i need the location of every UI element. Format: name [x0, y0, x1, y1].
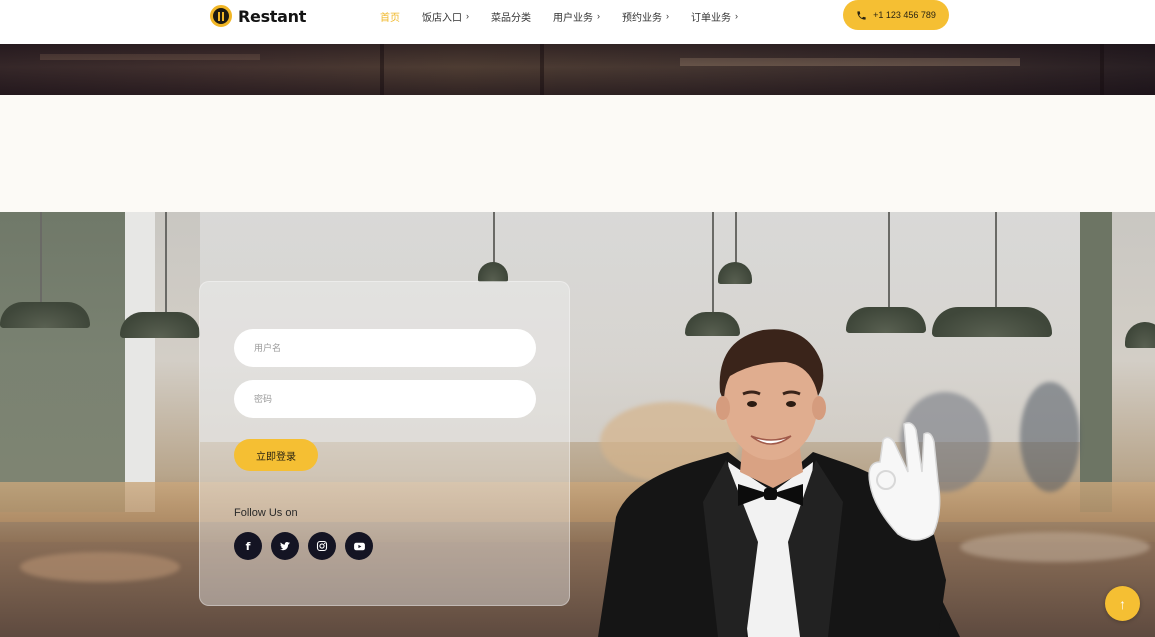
- nav-item-label: 首页: [380, 12, 400, 24]
- nav-item-label: 菜品分类: [491, 12, 531, 24]
- follow-us-label: Follow Us on: [234, 507, 298, 519]
- instagram-icon[interactable]: [308, 532, 336, 560]
- login-button[interactable]: 立即登录: [234, 439, 318, 471]
- nav-item-reservations[interactable]: 预约业务 ›: [622, 9, 669, 24]
- youtube-icon[interactable]: [345, 532, 373, 560]
- hero-banner-image: [0, 44, 1155, 95]
- chevron-right-icon: ›: [666, 11, 669, 21]
- chevron-right-icon: ›: [597, 11, 600, 21]
- nav-item-label: 预约业务: [622, 12, 662, 24]
- facebook-icon[interactable]: f: [234, 532, 262, 560]
- restaurant-background-image: [0, 212, 1155, 637]
- brand-name: Restant: [238, 6, 307, 26]
- username-input[interactable]: [234, 329, 536, 367]
- password-input[interactable]: [234, 380, 536, 418]
- phone-button[interactable]: +1 123 456 789: [843, 0, 949, 30]
- twitter-icon[interactable]: [271, 532, 299, 560]
- nav-item-label: 用户业务: [553, 12, 593, 24]
- content-spacer: [0, 95, 1155, 212]
- nav-item-restaurant-entry[interactable]: 饭店入口 ›: [422, 9, 469, 24]
- twitter-bird-shape: [280, 542, 290, 551]
- nav-item-orders[interactable]: 订单业务 ›: [691, 9, 738, 24]
- nav-item-label: 饭店入口: [422, 12, 462, 24]
- waiter-image: [598, 329, 960, 637]
- social-links: f: [234, 532, 373, 560]
- youtube-glyph: [353, 542, 365, 550]
- restaurant-logo-icon: [210, 5, 232, 27]
- chevron-right-icon: ›: [735, 11, 738, 21]
- main-nav: 首页 饭店入口 › 菜品分类 用户业务 › 预约业务 › 订单业务 ›: [380, 9, 760, 24]
- site-header: Restant 首页 饭店入口 › 菜品分类 用户业务 › 预约业务 › 订单业…: [0, 0, 1155, 44]
- instagram-glyph: [316, 540, 328, 552]
- arrow-up-icon: ↑: [1119, 595, 1126, 612]
- nav-item-home[interactable]: 首页: [380, 9, 400, 24]
- nav-item-label: 订单业务: [691, 12, 731, 24]
- brand-logo[interactable]: Restant: [210, 4, 306, 28]
- nav-item-dish-categories[interactable]: 菜品分类: [491, 9, 531, 24]
- scroll-to-top-button[interactable]: ↑: [1105, 586, 1140, 621]
- phone-icon: [857, 10, 866, 20]
- login-card: 立即登录 Follow Us on f: [199, 281, 570, 606]
- chevron-right-icon: ›: [466, 11, 469, 21]
- nav-item-user-services[interactable]: 用户业务 ›: [553, 9, 600, 24]
- phone-number: +1 123 456 789: [873, 10, 936, 20]
